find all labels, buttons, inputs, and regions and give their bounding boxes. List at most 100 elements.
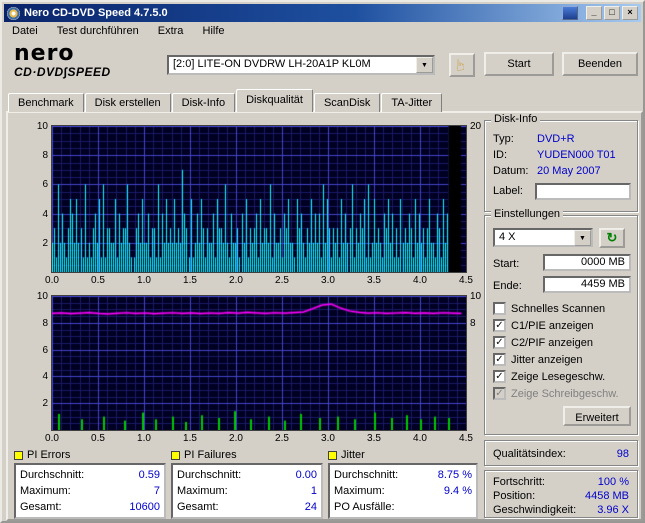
x-tick-label: 0.5 — [91, 275, 105, 286]
legend-square-icon — [14, 450, 23, 460]
stat-value: 0.59 — [138, 469, 160, 481]
x-tick-label: 3.5 — [367, 275, 381, 286]
y-tick-label: 8 — [42, 317, 48, 329]
minimize-button[interactable]: _ — [586, 6, 602, 20]
stat-label: Maximum: — [334, 485, 385, 497]
advanced-button[interactable]: Erweitert — [563, 406, 631, 426]
disk-info-value: YUDEN000 T01 — [537, 149, 616, 161]
titlebar-extra-button[interactable] — [562, 6, 578, 20]
start-position-label: Start: — [493, 258, 520, 270]
checkbox-box[interactable]: ✓ — [493, 353, 506, 366]
speed-select[interactable]: 4 X ▼ — [493, 228, 593, 247]
drive-select-value: [2:0] LITE-ON DVDRW LH-20A1P KL0M — [173, 58, 371, 70]
stat-panel-jitter: Jitter Durchschnitt: 8.75 % Maximum: 9.4 %… — [328, 449, 478, 519]
stat-label: Durchschnitt: — [177, 469, 242, 481]
stat-header: PI Errors — [14, 449, 166, 461]
chevron-down-icon[interactable]: ▼ — [574, 230, 591, 246]
progress-box: Fortschritt: 100 % Position: 4458 MB Gesch… — [484, 470, 638, 518]
stat-box: Durchschnitt: 0.59 Maximum: 7 Gesamt: 10600 — [14, 463, 166, 519]
tab-diskqualitaet[interactable]: Diskqualität — [236, 89, 313, 112]
checkbox-zeige-lesegeschw-[interactable]: ✓ Zeige Lesegeschw. — [493, 368, 633, 385]
stat-box: Durchschnitt: 0.00 Maximum: 1 Gesamt: 24 — [171, 463, 323, 519]
tab-benchmark[interactable]: Benchmark — [8, 93, 84, 112]
stat-title: Jitter — [341, 449, 365, 461]
x-tick-label: 4.5 — [459, 275, 473, 286]
chevron-down-icon[interactable]: ▼ — [416, 57, 433, 73]
menu-item-test-durchfuehren[interactable]: Test durchführen — [49, 22, 147, 39]
y-tick-label: 4 — [42, 208, 48, 220]
stat-label: Gesamt: — [20, 501, 62, 513]
close-button[interactable]: × — [622, 6, 638, 20]
titlebar[interactable]: Nero CD-DVD Speed 4.7.5.0 _ □ × — [4, 4, 641, 22]
tab-bar: Benchmark Disk erstellen Disk-Info Diskq… — [8, 89, 443, 112]
quality-index-box: Qualitätsindex: 98 — [484, 440, 638, 466]
checkbox-label: Zeige Schreibgeschw. — [511, 387, 619, 400]
jitter-chart — [51, 295, 467, 431]
stat-box: Durchschnitt: 8.75 % Maximum: 9.4 % PO Aus… — [328, 463, 478, 519]
settings-title: Einstellungen — [491, 208, 564, 220]
y-tick-label: 10 — [36, 121, 48, 132]
y-tick-label: 4 — [42, 371, 48, 383]
tab-scandisk[interactable]: ScanDisk — [313, 93, 381, 112]
start-button[interactable]: Start — [484, 52, 554, 76]
tab-ta-jitter[interactable]: TA-Jitter — [381, 93, 443, 112]
tab-disk-info[interactable]: Disk-Info — [171, 93, 236, 112]
speed-label: Geschwindigkeit: — [493, 504, 577, 516]
tab-disk-erstellen[interactable]: Disk erstellen — [84, 93, 171, 112]
y-tick-label: 6 — [42, 179, 48, 191]
x-tick-label: 0.5 — [91, 433, 105, 444]
settings-checkboxes: Schnelles Scannen ✓ C1/PIE anzeigen ✓ C2/PIF… — [493, 300, 633, 402]
menu-item-datei[interactable]: Datei — [4, 22, 46, 39]
end-position-field[interactable]: 4459 MB — [543, 276, 631, 293]
stat-value: 24 — [304, 501, 317, 513]
stat-label: PO Ausfälle: — [334, 501, 395, 513]
x-tick-label: 3.5 — [367, 433, 381, 444]
disk-info-value: DVD+R — [537, 133, 575, 145]
legend-square-icon — [328, 450, 337, 460]
app-icon — [7, 6, 20, 20]
checkbox-box[interactable] — [493, 302, 506, 315]
x-tick-label: 4.5 — [459, 433, 473, 444]
quit-button[interactable]: Beenden — [562, 52, 638, 76]
stat-value: 1 — [310, 485, 317, 497]
eject-hand-button[interactable]: ☞ — [449, 53, 475, 77]
speed-value: 3.96 X — [597, 504, 629, 516]
checkbox-jitter-anzeigen[interactable]: ✓ Jitter anzeigen — [493, 351, 633, 368]
checkbox-c1-pie-anzeigen[interactable]: ✓ C1/PIE anzeigen — [493, 317, 633, 334]
drive-select[interactable]: [2:0] LITE-ON DVDRW LH-20A1P KL0M ▼ — [167, 55, 435, 75]
y-tick-label-right: 8 — [470, 317, 476, 329]
y-tick-label-right: 20 — [470, 121, 482, 132]
quality-index-label: Qualitätsindex: — [493, 448, 566, 460]
disk-info-value: 20 May 2007 — [537, 165, 601, 177]
x-tick-label: 1.5 — [183, 433, 197, 444]
x-tick-label: 2.0 — [229, 433, 243, 444]
checkbox-box[interactable]: ✓ — [493, 336, 506, 349]
stat-header: PI Failures — [171, 449, 323, 461]
checkbox-c2-pif-anzeigen[interactable]: ✓ C2/PIF anzeigen — [493, 334, 633, 351]
x-tick-label: 3.0 — [321, 275, 335, 286]
checkbox-label: C2/PIF anzeigen — [511, 336, 593, 349]
checkbox-box[interactable]: ✓ — [493, 370, 506, 383]
refresh-button[interactable]: ↻ — [599, 228, 625, 248]
x-tick-label: 2.5 — [275, 433, 289, 444]
start-position-field[interactable]: 0000 MB — [543, 254, 631, 271]
stat-value: 7 — [153, 485, 160, 497]
x-tick-label: 1.5 — [183, 275, 197, 286]
menu-item-hilfe[interactable]: Hilfe — [195, 22, 233, 39]
x-tick-label: 1.0 — [137, 433, 151, 444]
window-title: Nero CD-DVD Speed 4.7.5.0 — [24, 7, 168, 19]
stat-value: 10600 — [129, 501, 160, 513]
checkbox-box[interactable]: ✓ — [493, 319, 506, 332]
y-tick-label: 2 — [42, 237, 48, 249]
disk-info-title: Disk-Info — [491, 113, 541, 125]
x-tick-label: 0.0 — [45, 275, 59, 286]
checkbox-schnelles-scannen[interactable]: Schnelles Scannen — [493, 300, 633, 317]
disk-info-groupbox: Disk-Info Typ: DVD+R ID: YUDEN000 T01 Datu… — [484, 113, 638, 212]
maximize-button[interactable]: □ — [604, 6, 620, 20]
menu-item-extra[interactable]: Extra — [150, 22, 192, 39]
legend-square-icon — [171, 450, 180, 460]
stat-panel-pi-errors: PI Errors Durchschnitt: 0.59 Maximum: 7 Ge… — [14, 449, 166, 519]
x-tick-label: 3.0 — [321, 433, 335, 444]
y-tick-label: 8 — [42, 150, 48, 162]
tab-page: PI Errors Durchschnitt: 0.59 Maximum: 7 Ge… — [6, 111, 643, 521]
